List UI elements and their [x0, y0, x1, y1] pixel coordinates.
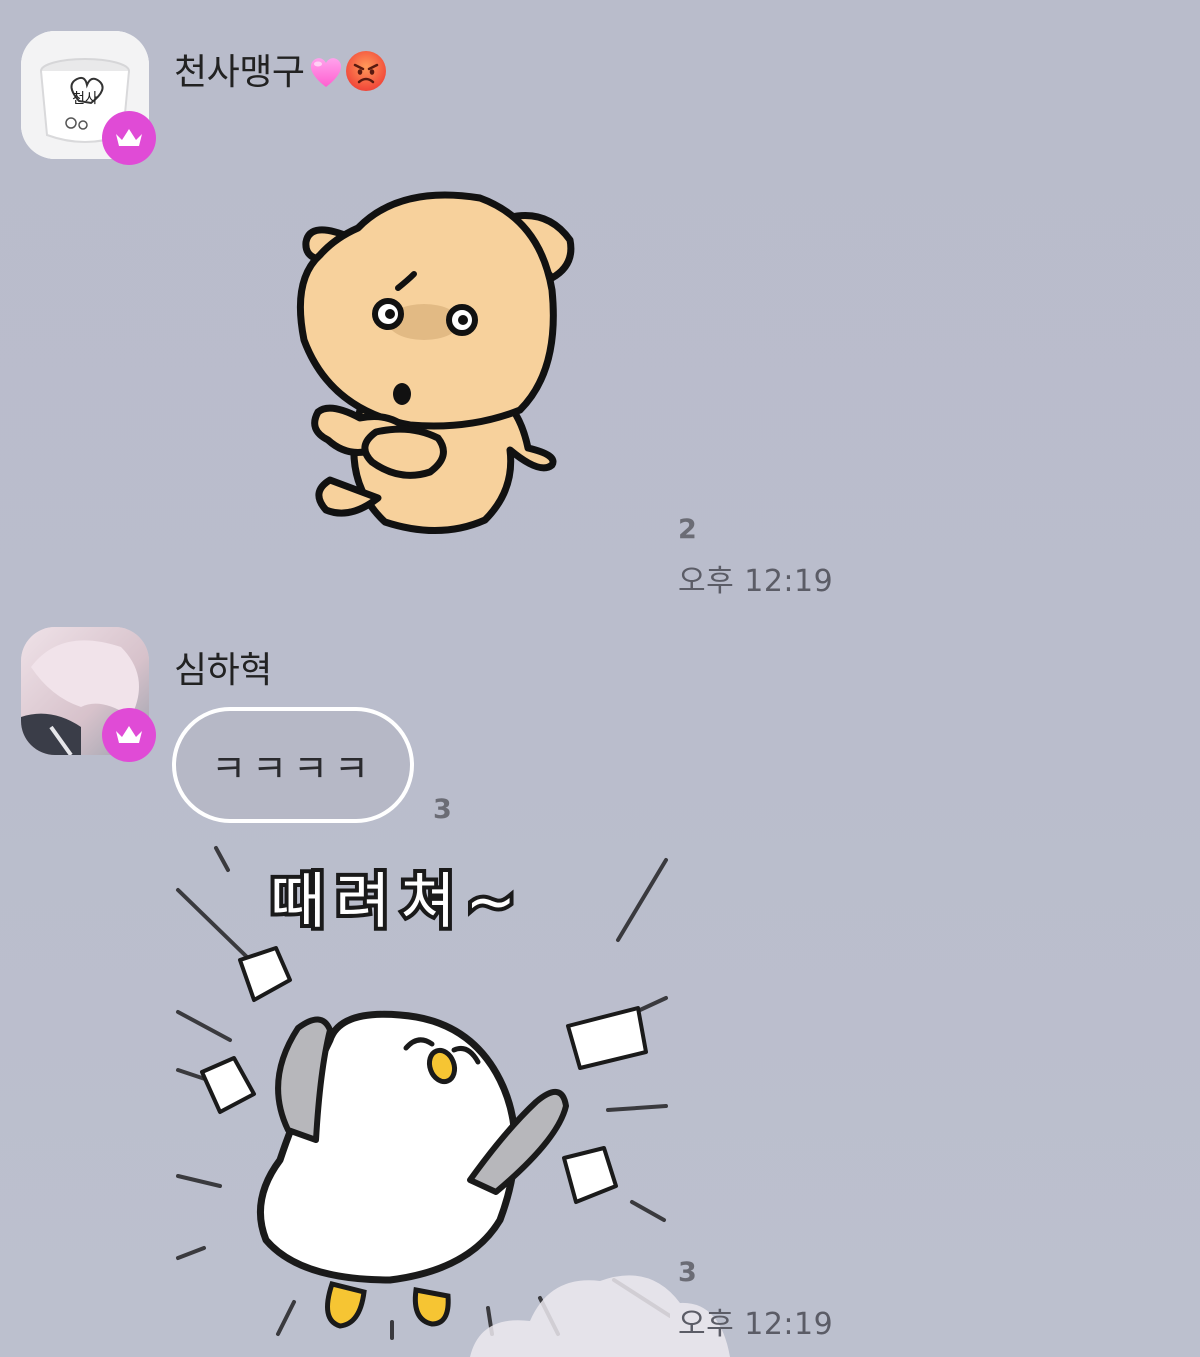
timestamp-2: 오후 12:19 — [678, 1307, 834, 1342]
svg-text:천사: 천사 — [72, 91, 98, 107]
crown-badge-1 — [102, 111, 156, 165]
angry-face-icon — [346, 51, 387, 91]
read-count-2: 3 — [433, 794, 452, 825]
sticker-text: 때려쳐~ — [270, 867, 526, 937]
read-count-1: 2 — [678, 514, 697, 545]
message-bubble[interactable]: ㅋㅋㅋㅋ — [172, 707, 414, 823]
timestamp-1: 오후 12:19 — [678, 564, 834, 599]
pink-heart-icon — [306, 51, 346, 91]
crown-icon — [116, 129, 142, 146]
crown-badge-2 — [102, 708, 156, 762]
bear-sticker[interactable] — [290, 180, 580, 550]
sender-name-1: 천사맹구 — [174, 43, 387, 95]
read-count-3: 3 — [678, 1257, 697, 1288]
crown-icon — [116, 726, 142, 743]
sender-name-2: 심하혁 — [174, 650, 272, 691]
